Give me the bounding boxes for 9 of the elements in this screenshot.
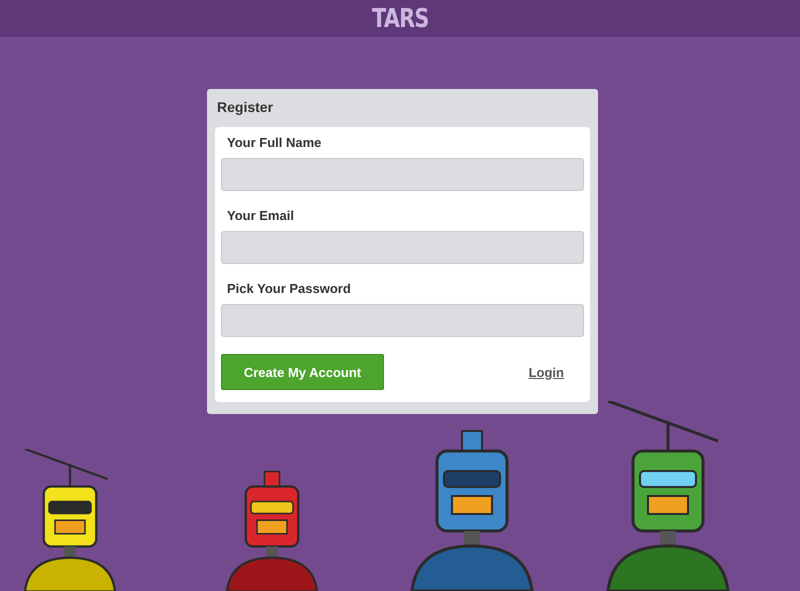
field-label: Pick Your Password <box>227 281 352 296</box>
card-title: Register <box>217 99 274 115</box>
app-title: TARS <box>372 4 428 34</box>
field-label: Your Email <box>227 208 295 223</box>
login-link[interactable]: Login <box>528 364 564 380</box>
input-field[interactable] <box>221 231 584 264</box>
input-field[interactable] <box>221 304 584 337</box>
field-label: Your Full Name <box>227 135 322 150</box>
input-field[interactable] <box>221 158 584 191</box>
